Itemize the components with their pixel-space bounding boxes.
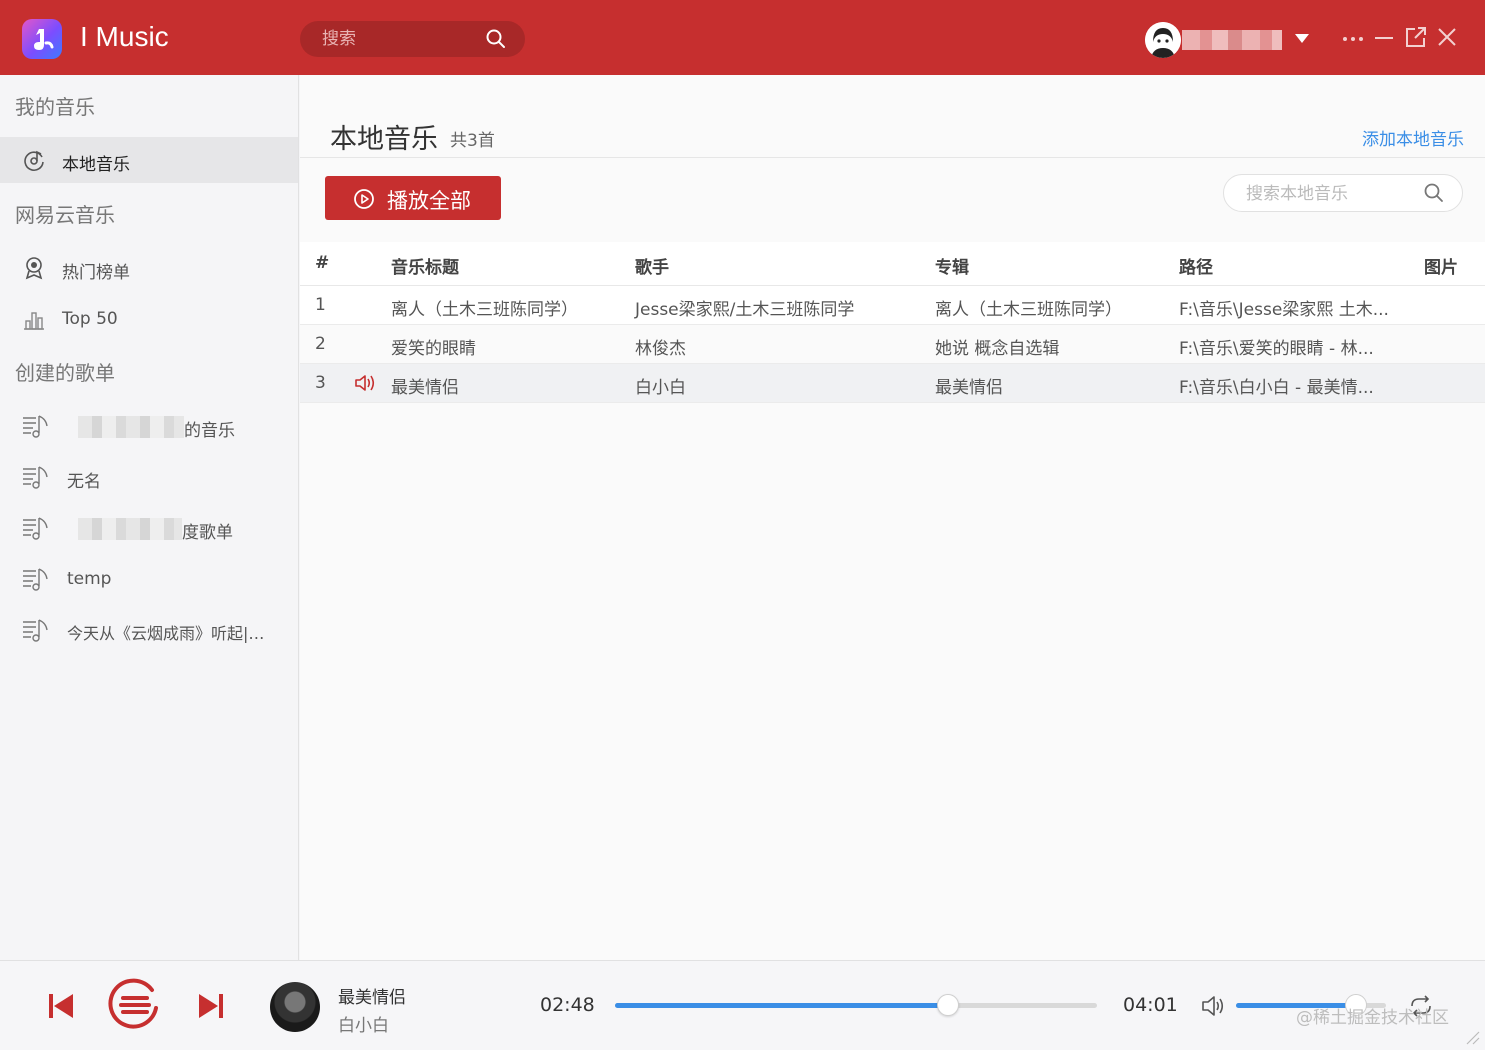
main-panel: 本地音乐 共3首 添加本地音乐 播放全部 # 音乐标题 歌手 专辑 路径 图片 … [300, 75, 1485, 960]
sidebar-item-playlist[interactable]: 无名 [0, 454, 298, 500]
row-title: 离人（土木三班陈同学） [391, 300, 578, 320]
sidebar-item-hot-charts[interactable]: 热门榜单 [0, 245, 298, 291]
section-title-netease: 网易云音乐 [15, 203, 115, 227]
now-playing-title: 最美情侣 [338, 988, 406, 1008]
row-album: 她说 概念自选辑 [935, 339, 1060, 359]
sidebar-item-top50[interactable]: Top 50 [0, 296, 298, 342]
play-circle-icon [354, 189, 374, 209]
app-title: I Music [80, 21, 169, 52]
playlist-icon [23, 568, 48, 591]
column-header-number[interactable]: # [315, 253, 329, 273]
local-search[interactable] [1223, 174, 1463, 212]
sidebar-item-playlist[interactable]: 度歌单 [0, 505, 298, 551]
search-icon[interactable] [1424, 183, 1444, 203]
table-row[interactable]: 3 最美情侣 白小白 最美情侣 F:\音乐\白小白 - 最美情... [300, 364, 1485, 403]
row-artist: Jesse梁家熙/土木三班陈同学 [635, 300, 855, 320]
previous-track-icon[interactable] [47, 992, 75, 1020]
now-playing-speaker-icon [355, 375, 375, 391]
table-header: # 音乐标题 歌手 专辑 路径 图片 [300, 242, 1485, 286]
album-cover[interactable] [270, 982, 320, 1032]
sidebar-item-label: 度歌单 [182, 523, 233, 543]
row-artist: 林俊杰 [635, 339, 686, 359]
column-header-album[interactable]: 专辑 [935, 253, 969, 278]
row-artist: 白小白 [635, 378, 686, 398]
row-album: 最美情侣 [935, 378, 1003, 398]
username-obscured[interactable] [1182, 30, 1282, 50]
pause-icon[interactable] [108, 978, 162, 1032]
column-header-artist[interactable]: 歌手 [635, 253, 669, 278]
local-music-icon [24, 150, 44, 171]
chart-ranking-icon [25, 257, 43, 280]
sidebar-item-label: 无名 [67, 472, 101, 492]
column-header-path[interactable]: 路径 [1179, 253, 1213, 278]
title-bar: I Music [0, 0, 1485, 75]
minimize-icon[interactable] [1373, 24, 1395, 52]
sidebar-item-label: temp [67, 569, 112, 589]
current-time: 02:48 [540, 994, 595, 1016]
row-path: F:\音乐\爱笑的眼睛 - 林... [1179, 339, 1374, 359]
watermark: @稀土掘金技术社区 [1296, 1008, 1449, 1028]
sidebar-item-label: 热门榜单 [62, 263, 130, 283]
total-time: 04:01 [1123, 994, 1178, 1016]
sidebar: 我的音乐 本地音乐 网易云音乐 热门榜单 Top 50 创建的歌单 的音乐 无名… [0, 75, 299, 960]
row-path: F:\音乐\Jesse梁家熙 土木... [1179, 300, 1389, 320]
sidebar-item-label: 今天从《云烟成雨》听起|… [67, 624, 265, 643]
column-header-image[interactable]: 图片 [1424, 253, 1458, 278]
play-all-button[interactable]: 播放全部 [325, 176, 501, 220]
row-album: 离人（土木三班陈同学） [935, 300, 1122, 320]
sidebar-item-playlist[interactable]: temp [0, 556, 298, 602]
obscured-text [78, 416, 184, 438]
app-logo-icon [22, 19, 62, 59]
playlist-icon [23, 466, 48, 489]
row-path: F:\音乐\白小白 - 最美情... [1179, 378, 1374, 398]
add-local-music-link[interactable]: 添加本地音乐 [1362, 125, 1464, 150]
play-all-label: 播放全部 [387, 189, 471, 213]
obscured-text [78, 518, 182, 540]
row-title: 爱笑的眼睛 [391, 339, 476, 359]
row-number: 2 [315, 334, 326, 354]
sidebar-item-playlist[interactable]: 今天从《云烟成雨》听起|… [0, 607, 298, 653]
close-icon[interactable] [1436, 24, 1458, 52]
now-playing-artist: 白小白 [338, 1016, 389, 1036]
song-table: # 音乐标题 歌手 专辑 路径 图片 1 离人（土木三班陈同学） Jesse梁家… [300, 242, 1485, 403]
section-title-my-music: 我的音乐 [15, 95, 95, 119]
row-title: 最美情侣 [391, 378, 459, 398]
progress-bar[interactable] [615, 994, 1097, 1016]
column-header-title[interactable]: 音乐标题 [391, 253, 459, 278]
song-count: 共3首 [450, 131, 495, 151]
divider [300, 157, 1485, 158]
volume-icon[interactable] [1200, 992, 1228, 1020]
chevron-down-icon[interactable] [1294, 32, 1310, 44]
table-row[interactable]: 2 爱笑的眼睛 林俊杰 她说 概念自选辑 F:\音乐\爱笑的眼睛 - 林... [300, 325, 1485, 364]
global-search-input[interactable] [322, 27, 472, 51]
sidebar-item-playlist[interactable]: 的音乐 [0, 403, 298, 449]
playlist-icon [23, 517, 48, 540]
resize-grip-icon[interactable] [1462, 1027, 1480, 1045]
row-number: 3 [315, 373, 326, 393]
playlist-icon [23, 415, 48, 438]
sidebar-item-label: 的音乐 [184, 421, 235, 441]
row-number: 1 [315, 295, 326, 315]
more-icon[interactable] [1341, 24, 1365, 52]
progress-fill [615, 1003, 948, 1008]
playlist-icon [23, 619, 48, 642]
global-search[interactable] [300, 21, 525, 57]
user-avatar[interactable] [1145, 22, 1181, 58]
table-row[interactable]: 1 离人（土木三班陈同学） Jesse梁家熙/土木三班陈同学 离人（土木三班陈同… [300, 286, 1485, 325]
sidebar-item-local-music[interactable]: 本地音乐 [0, 137, 298, 183]
section-title-created-playlists: 创建的歌单 [15, 361, 115, 385]
next-track-icon[interactable] [197, 992, 225, 1020]
bar-chart-icon [24, 312, 44, 330]
search-icon[interactable] [486, 29, 506, 49]
sidebar-item-label: Top 50 [62, 309, 118, 329]
page-title: 本地音乐 [330, 124, 438, 155]
progress-handle[interactable] [936, 994, 959, 1016]
popout-icon[interactable] [1404, 24, 1428, 52]
local-search-input[interactable] [1246, 182, 1421, 206]
player-bar: 最美情侣 白小白 02:48 04:01 @稀土掘金技术社区 [0, 960, 1485, 1050]
sidebar-item-label: 本地音乐 [62, 155, 130, 175]
